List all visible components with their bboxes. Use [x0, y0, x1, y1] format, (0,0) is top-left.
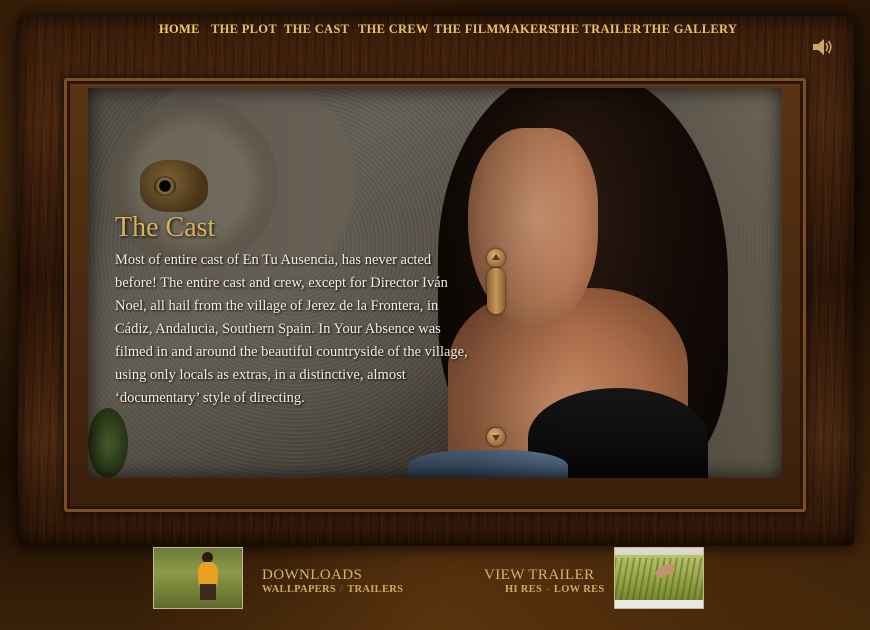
scroll-up-button[interactable]: [487, 249, 505, 267]
nav-the-plot[interactable]: THE PLOT: [211, 22, 277, 37]
downloads-title[interactable]: DOWNLOADS: [262, 567, 362, 584]
trailers-link[interactable]: TRAILERS: [347, 584, 403, 595]
nav-home[interactable]: HOME: [159, 22, 200, 37]
trailer-thumbnail[interactable]: [614, 547, 704, 609]
speaker-icon[interactable]: [812, 38, 834, 56]
figure-legs: [200, 584, 216, 600]
nav-the-cast[interactable]: THE CAST: [284, 22, 349, 37]
hi-res-link[interactable]: HI RES: [505, 584, 542, 595]
trailer-separator: -: [546, 584, 550, 595]
downloads-separator: /: [339, 584, 344, 595]
trailer-links: HI RES - LOW RES: [505, 584, 605, 595]
scroll-down-button[interactable]: [487, 428, 505, 446]
downloads-links: WALLPAPERS / TRAILERS: [262, 584, 403, 595]
nav-the-filmmakers[interactable]: THE FILMMAKERS: [434, 22, 555, 37]
player-bar: [615, 600, 703, 608]
view-trailer-title[interactable]: VIEW TRAILER: [484, 567, 594, 584]
grass: [615, 558, 703, 600]
nav-the-trailer[interactable]: THE TRAILER: [552, 22, 642, 37]
figure-body: [198, 562, 218, 586]
downloads-thumbnail[interactable]: [153, 547, 243, 609]
scroll-thumb[interactable]: [487, 268, 505, 314]
wallpapers-link[interactable]: WALLPAPERS: [262, 584, 336, 595]
cast-description: Most of entire cast of En Tu Ausencia, h…: [115, 252, 468, 406]
page-title: The Cast: [115, 212, 216, 243]
nav-the-crew[interactable]: THE CREW: [358, 22, 429, 37]
main-nav: HOME THE PLOT THE CAST THE CREW THE FILM…: [0, 22, 870, 46]
nav-the-gallery[interactable]: THE GALLERY: [643, 22, 737, 37]
low-res-link[interactable]: LOW RES: [554, 584, 605, 595]
